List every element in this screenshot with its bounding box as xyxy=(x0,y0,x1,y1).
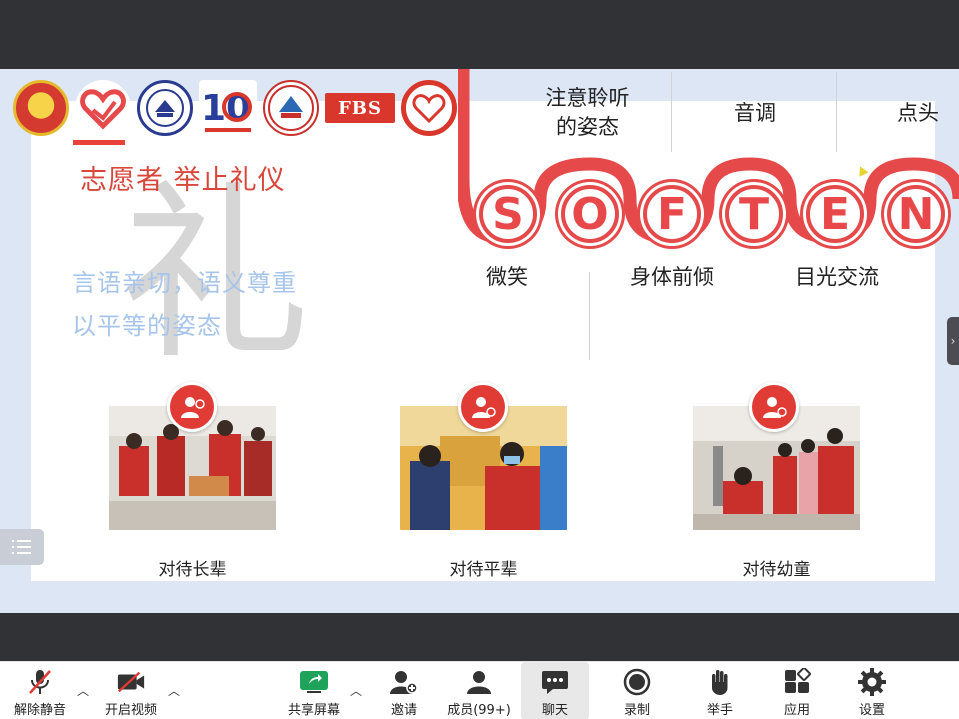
soften-letter-t: T xyxy=(725,185,783,243)
topic-listening-posture: 注意聆听 的姿态 xyxy=(545,86,630,139)
members-button[interactable]: 成员(99+) xyxy=(446,662,512,719)
audio-options-chevron[interactable]: ︿ xyxy=(77,682,89,699)
soften-letter-s: S xyxy=(479,185,537,243)
photo-caption-peers: 对待平辈 xyxy=(449,560,518,580)
soften-letter-o: O xyxy=(561,185,619,243)
unmute-button[interactable]: 解除静音 xyxy=(8,662,72,719)
topic-lean-forward: 身体前倾 xyxy=(630,265,714,289)
apps-label: 应用 xyxy=(783,703,810,718)
title-accent-bar xyxy=(73,140,125,145)
share-screen-label: 共享屏幕 xyxy=(287,703,340,718)
meeting-toolbar: 解除静音 ︿ 开启视频 ︿ 共享屏幕 ︿ 邀请 成员(99+) 聊天 录制 举手… xyxy=(0,661,959,719)
start-video-label: 开启视频 xyxy=(104,703,157,718)
invite-label: 邀请 xyxy=(390,703,417,718)
photo-caption-elders: 对待长辈 xyxy=(158,560,227,580)
topic-tone: 音调 xyxy=(734,101,776,125)
child-service-icon xyxy=(749,382,799,432)
record-icon xyxy=(622,667,652,697)
unmute-label: 解除静音 xyxy=(13,703,66,718)
start-video-button[interactable]: 开启视频 xyxy=(98,662,164,719)
chevron-right-icon: › xyxy=(950,334,956,348)
share-screen-icon xyxy=(299,667,329,697)
meeting-window: 10 FBS 礼 志愿者 举止礼仪 言语亲切，语义尊重 以平等的姿态 S O F… xyxy=(0,0,959,719)
raise-hand-label: 举手 xyxy=(706,703,733,718)
youth-league-emblem xyxy=(13,80,69,136)
logo-strip: 10 FBS xyxy=(13,78,457,138)
topic-divider xyxy=(589,272,590,360)
chat-icon xyxy=(540,667,570,697)
slide-list-toggle[interactable] xyxy=(0,529,44,565)
collapse-panel-toggle[interactable]: › xyxy=(947,317,959,365)
record-label: 录制 xyxy=(623,703,650,718)
soften-letter-n: N xyxy=(887,185,945,243)
chat-label: 聊天 xyxy=(541,703,568,718)
raise-hand-icon xyxy=(705,667,735,697)
microphone-muted-icon xyxy=(25,667,55,697)
video-off-icon xyxy=(116,667,146,697)
invite-user-icon xyxy=(389,667,419,697)
share-options-chevron[interactable]: ︿ xyxy=(350,682,362,699)
slide-subtext-line-1: 言语亲切，语义尊重 xyxy=(72,269,297,297)
elder-service-icon xyxy=(167,382,217,432)
topic-nod: 点头 xyxy=(897,101,939,125)
volunteer-association-logo xyxy=(401,80,457,136)
peer-service-icon xyxy=(458,382,508,432)
video-options-chevron[interactable]: ︿ xyxy=(168,682,180,699)
settings-icon xyxy=(857,667,887,697)
settings-button[interactable]: 设置 xyxy=(848,662,896,719)
topic-divider xyxy=(836,72,837,152)
soften-letter-e: E xyxy=(806,185,864,243)
tenth-anniversary-logo: 10 xyxy=(199,80,257,136)
chat-button[interactable]: 聊天 xyxy=(521,662,589,719)
institute-round-logo xyxy=(263,80,319,136)
slide-subtext-line-2: 以平等的姿态 xyxy=(72,312,222,340)
topic-smile: 微笑 xyxy=(486,265,528,289)
topic-eye-contact: 目光交流 xyxy=(795,265,879,289)
apps-icon xyxy=(782,667,812,697)
invite-button[interactable]: 邀请 xyxy=(380,662,428,719)
fbs-logo: FBS xyxy=(325,93,395,123)
soften-letter-f: F xyxy=(643,185,701,243)
apps-button[interactable]: 应用 xyxy=(773,662,821,719)
members-label: 成员(99+) xyxy=(447,703,511,718)
university-seal-logo xyxy=(137,80,193,136)
volunteer-heart-logo xyxy=(75,80,131,136)
share-screen-button[interactable]: 共享屏幕 xyxy=(282,662,346,719)
record-button[interactable]: 录制 xyxy=(613,662,661,719)
settings-label: 设置 xyxy=(858,703,885,718)
members-icon xyxy=(464,667,494,697)
topic-divider xyxy=(671,72,672,152)
raise-hand-button[interactable]: 举手 xyxy=(696,662,744,719)
photo-caption-children: 对待幼童 xyxy=(742,560,811,580)
slide-title: 志愿者 举止礼仪 xyxy=(80,165,286,196)
